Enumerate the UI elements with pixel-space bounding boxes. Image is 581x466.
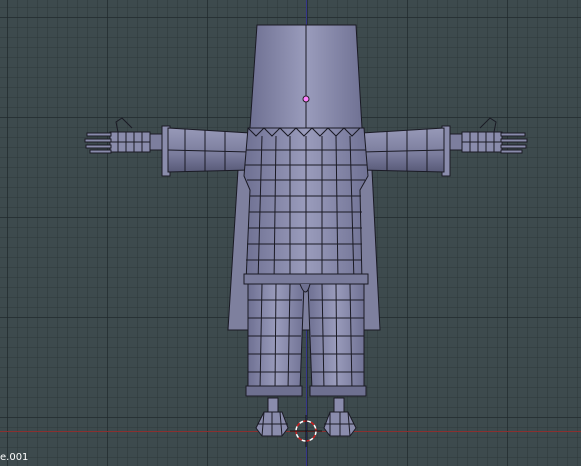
right-arm-mesh	[361, 125, 465, 177]
head-mesh	[249, 24, 363, 129]
character-mesh[interactable]	[0, 0, 581, 466]
torso-mesh	[243, 127, 369, 285]
left-leg-mesh	[245, 283, 305, 397]
left-foot-mesh	[255, 397, 289, 437]
right-foot-mesh	[323, 397, 357, 437]
left-arm-mesh	[147, 125, 251, 177]
right-hand-mesh	[461, 117, 528, 154]
active-object-name: e.001	[0, 452, 29, 463]
3d-cursor-icon[interactable]	[290, 415, 322, 447]
left-hand-mesh	[84, 117, 151, 154]
right-leg-mesh	[299, 283, 367, 397]
3d-viewport[interactable]: e.001	[0, 0, 581, 466]
object-origin-icon	[302, 95, 310, 103]
